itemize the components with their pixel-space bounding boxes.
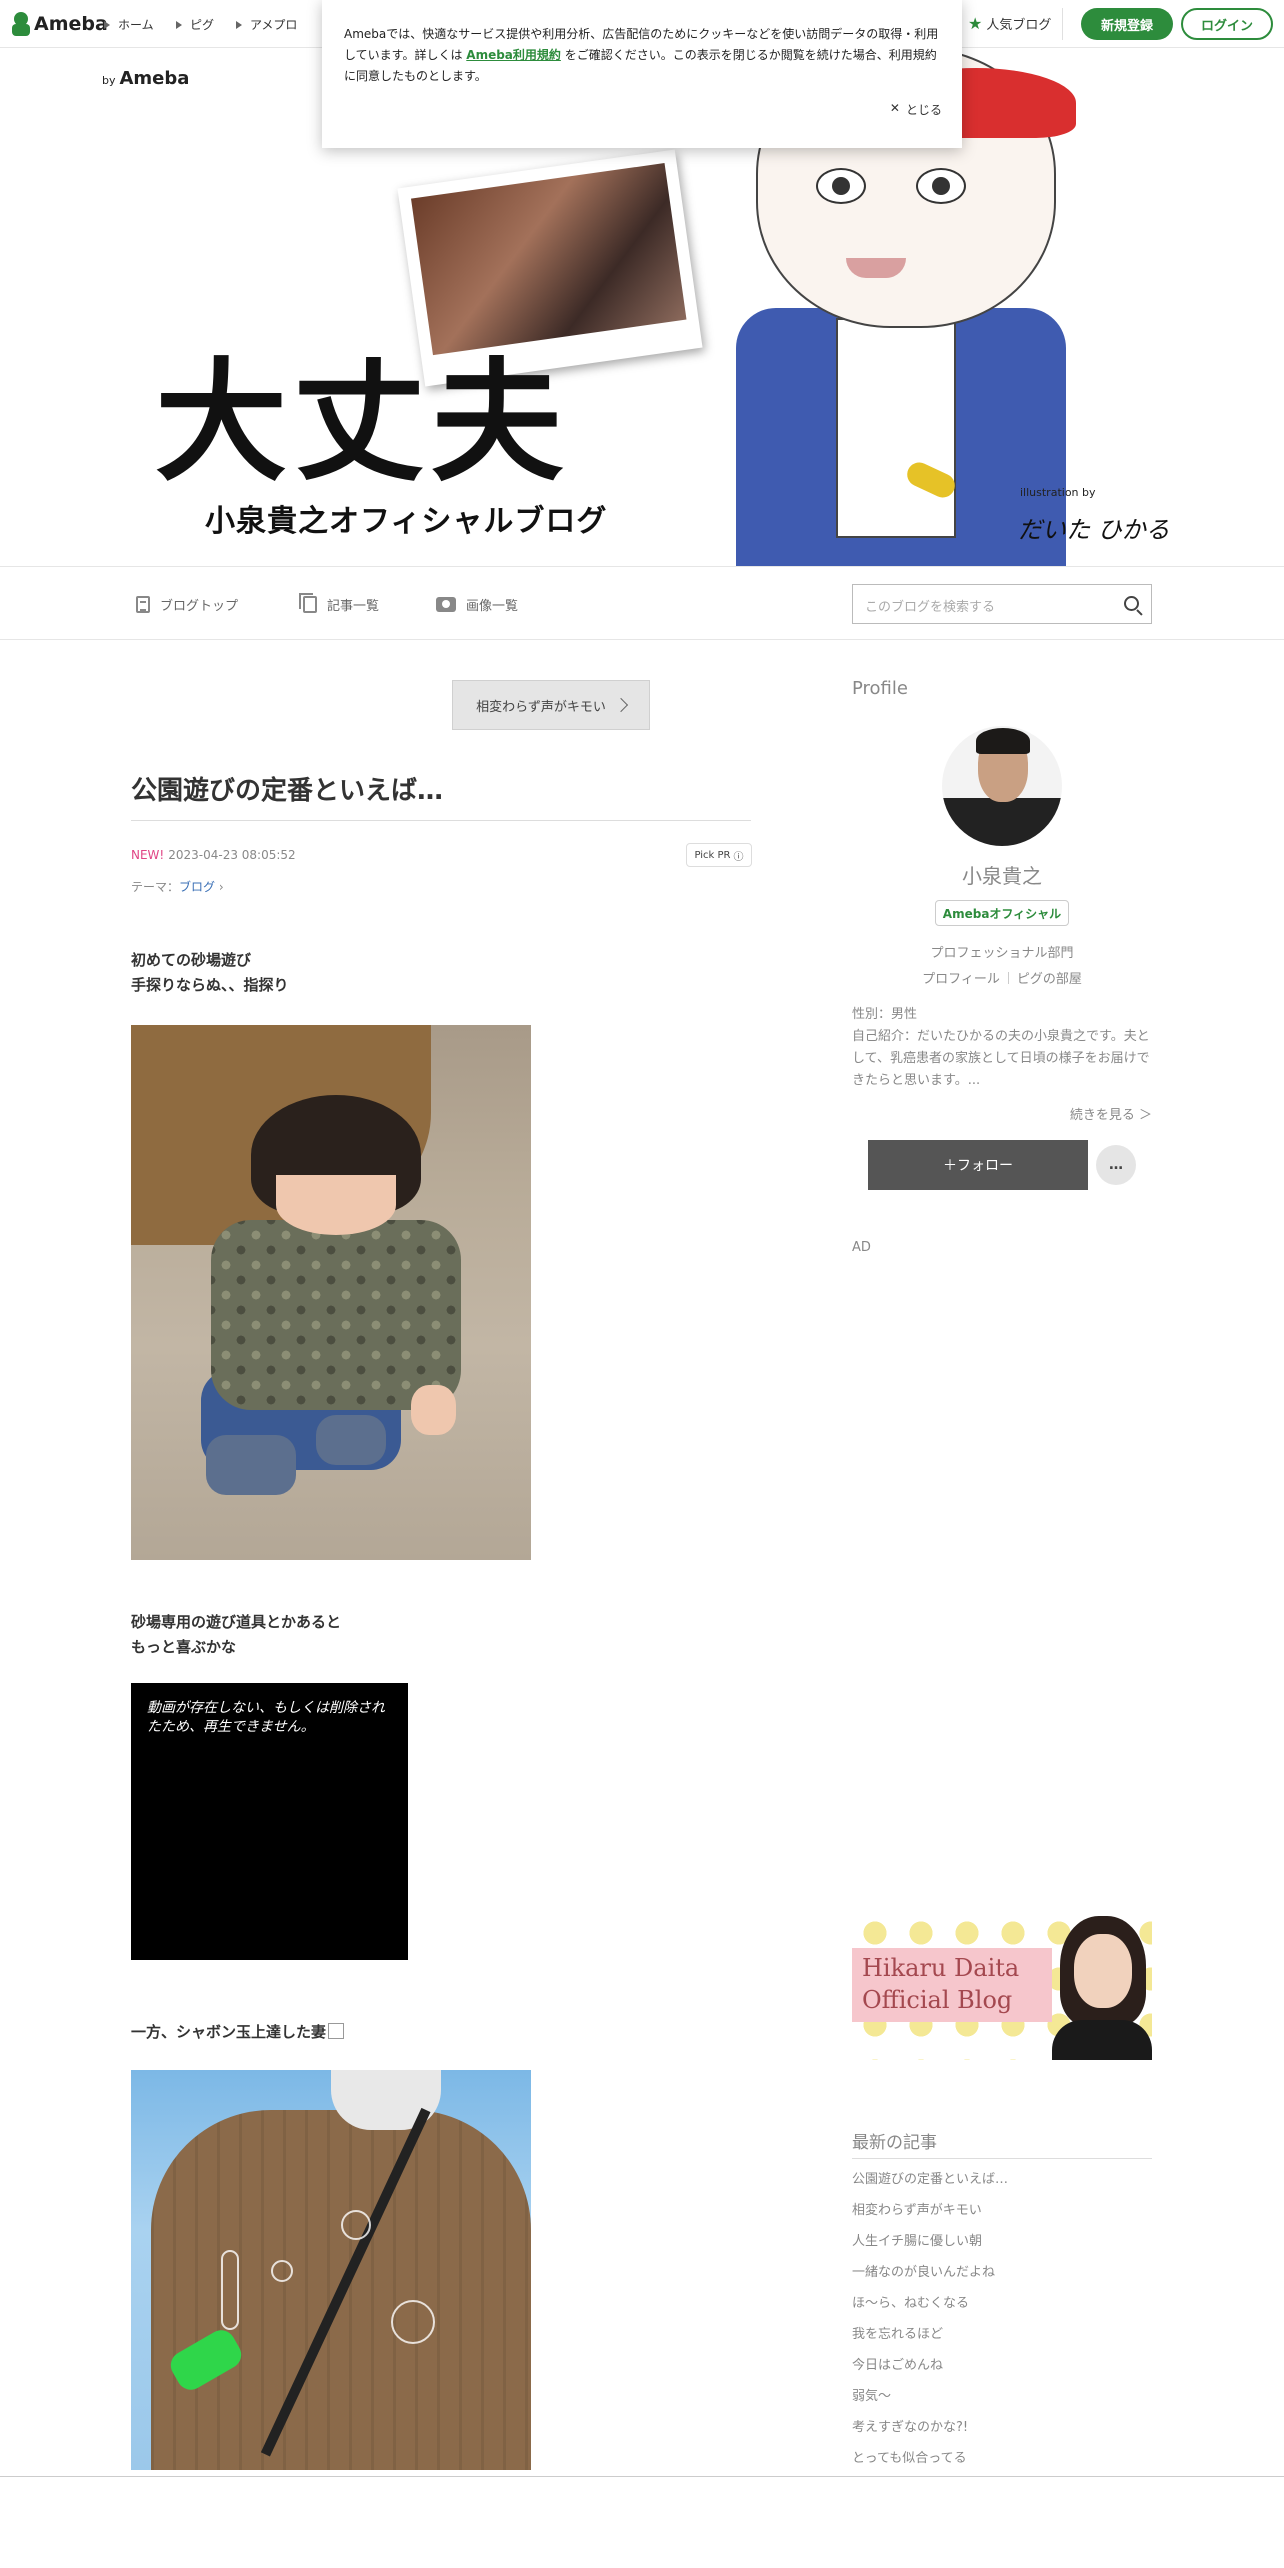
star-icon: ★ xyxy=(968,14,983,33)
recent-entry[interactable]: 考えすぎなのかな?! xyxy=(852,2418,1152,2449)
recent-entries-list: 公園遊びの定番といえば… 相変わらず声がキモい 人生イチ腸に優しい朝 一緒なのが… xyxy=(852,2170,1152,2480)
nav-amepro[interactable]: アメプロ xyxy=(236,16,297,33)
avatar[interactable] xyxy=(942,726,1062,846)
cookie-close-label: とじる xyxy=(905,103,942,117)
profile-link[interactable]: プロフィール xyxy=(922,972,1000,987)
nav-entry-list[interactable]: 記事一覧 xyxy=(299,593,380,614)
nav-pigg[interactable]: ピグ xyxy=(176,16,214,33)
blog-subtitle: 小泉貴之オフィシャルブログ xyxy=(205,504,608,539)
blog-search-input[interactable]: このブログを検索する xyxy=(852,584,1152,624)
follow-button[interactable]: ＋フォロー xyxy=(868,1140,1088,1190)
divider xyxy=(1062,8,1063,40)
more-options-button[interactable]: … xyxy=(1096,1145,1136,1185)
info-icon: ⓘ xyxy=(733,851,744,863)
title-divider xyxy=(131,820,751,821)
by-ameba-brand: Ameba xyxy=(119,68,190,89)
para2-line1: 砂場専用の遊び道具とかあると xyxy=(131,1613,342,1631)
profile-more-link[interactable]: 続きを見る ＞ xyxy=(852,1104,1152,1123)
video-player-unavailable[interactable]: 動画が存在しない、もしくは削除されたため、再生できません。 xyxy=(131,1683,408,1960)
ad-label: AD xyxy=(852,1240,871,1255)
signup-button[interactable]: 新規登録 xyxy=(1081,8,1173,40)
pigg-room-link[interactable]: ピグの部屋 xyxy=(1017,972,1082,987)
entry-photo-sandbox[interactable] xyxy=(131,1025,531,1560)
recent-entry[interactable]: 今日はごめんね xyxy=(852,2356,1152,2387)
profile-heading: Profile xyxy=(852,678,908,699)
profile-info: 性別：男性 自己紹介：だいたひかるの夫の小泉貴之です。夫として、乳癌患者の家族と… xyxy=(852,1004,1152,1092)
cookie-notice: Amebaでは、快適なサービス提供や利用分析、広告配信のためにクッキーなどを使い… xyxy=(322,0,962,148)
chevron-right-icon: › xyxy=(215,880,224,894)
ameba-logo-icon xyxy=(12,12,30,36)
entry-meta: NEW! 2023-04-23 08:05:52 xyxy=(131,848,296,862)
nav-blog-top[interactable]: ブログトップ xyxy=(136,595,238,614)
para1-line2: 手探りならぬ、、指探り xyxy=(131,976,289,994)
video-error-message: 動画が存在しない、もしくは削除されたため、再生できません。 xyxy=(147,1700,385,1735)
recent-entry[interactable]: 公園遊びの定番といえば… xyxy=(852,2170,1152,2201)
recent-entry[interactable]: 人生イチ腸に優しい朝 xyxy=(852,2232,1152,2263)
para2-line2: もっと喜ぶかな xyxy=(131,1638,237,1656)
entry-photo-bubbles[interactable] xyxy=(131,2070,531,2470)
recent-entry[interactable]: 一緒なのが良いんだよね xyxy=(852,2263,1152,2294)
blog-nav: ブログトップ 記事一覧 画像一覧 このブログを検索する xyxy=(0,566,1284,640)
hikaru-daita-blog-banner[interactable]: Hikaru Daita Official Blog xyxy=(852,1910,1152,2060)
pickpr-badge[interactable]: Pick PR ⓘ xyxy=(686,843,752,867)
recent-entry[interactable]: 我を忘れるほど xyxy=(852,2325,1152,2356)
recent-divider xyxy=(852,2158,1152,2159)
theme-label: テーマ： xyxy=(131,880,180,894)
entry-paragraph-3: 一方、シャボン玉上達した妻 xyxy=(131,2020,345,2045)
recent-entry[interactable]: ほ〜ら、ねむくなる xyxy=(852,2294,1152,2325)
blog-title: 大丈夫 xyxy=(155,346,569,500)
banner-title-line1: Hikaru Daita xyxy=(862,1954,1020,1982)
entry-paragraph-1: 初めての砂場遊び 手探りならぬ、、指探り xyxy=(131,948,289,998)
entry-date: 2023-04-23 08:05:52 xyxy=(168,848,296,862)
para3-text: 一方、シャボン玉上達した妻 xyxy=(131,2023,327,2041)
entry-title[interactable]: 公園遊びの定番といえば… xyxy=(131,770,443,807)
footer-divider xyxy=(0,2476,1284,2477)
profile-links: プロフィール ピグの部屋 xyxy=(852,968,1152,987)
profile-name[interactable]: 小泉貴之 xyxy=(852,860,1152,889)
entry-paragraph-2: 砂場専用の遊び道具とかあると もっと喜ぶかな xyxy=(131,1610,341,1660)
camera-icon xyxy=(436,597,456,612)
nav-blog-top-label: ブログトップ xyxy=(160,599,239,614)
prev-entry-link[interactable]: 相変わらず声がキモい xyxy=(452,680,650,730)
popular-blog-label: 人気ブログ xyxy=(986,18,1052,33)
broken-image-icon xyxy=(328,2023,345,2039)
by-ameba-logo: by Ameba xyxy=(102,68,189,89)
recent-entry[interactable]: 相変わらず声がキモい xyxy=(852,2201,1152,2232)
ameba-official-badge: Amebaオフィシャル xyxy=(935,900,1069,926)
theme-link[interactable]: ブログ xyxy=(179,880,215,894)
nav-image-list-label: 画像一覧 xyxy=(466,599,519,614)
ameba-logo-text: Ameba xyxy=(34,13,108,35)
nav-image-list[interactable]: 画像一覧 xyxy=(436,595,518,614)
cookie-close-button[interactable]: ✕ とじる xyxy=(890,101,942,118)
prev-entry-label: 相変わらず声がキモい xyxy=(476,699,606,715)
recent-entries-heading: 最新の記事 xyxy=(852,2133,937,2153)
copy-icon xyxy=(299,593,317,613)
profile-gender: 性別：男性 xyxy=(852,1007,918,1022)
banner-title-line2: Official Blog xyxy=(862,1986,1013,2014)
popular-blog-link[interactable]: ★ 人気ブログ xyxy=(968,14,1051,33)
pickpr-label: Pick PR xyxy=(694,849,731,861)
login-button[interactable]: ログイン xyxy=(1181,8,1273,40)
nav-entry-list-label: 記事一覧 xyxy=(327,599,380,614)
illustration-credit: illustration by xyxy=(1020,486,1096,499)
search-icon[interactable] xyxy=(1124,596,1139,611)
recent-entry[interactable]: 弱気〜 xyxy=(852,2387,1152,2418)
para1-line1: 初めての砂場遊び xyxy=(131,951,252,969)
close-icon: ✕ xyxy=(889,101,900,115)
profile-intro: 自己紹介：だいたひかるの夫の小泉貴之です。夫として、乳癌患者の家族として日頃の様… xyxy=(852,1029,1150,1088)
by-label: by xyxy=(102,74,116,87)
profile-category[interactable]: プロフェッショナル部門 xyxy=(852,942,1152,961)
illustrator-signature: だいた ひかる xyxy=(1018,516,1170,544)
document-icon xyxy=(136,596,150,613)
search-placeholder: このブログを検索する xyxy=(865,600,996,615)
chevron-right-icon xyxy=(613,697,628,713)
cookie-text: Amebaでは、快適なサービス提供や利用分析、広告配信のためにクッキーなどを使い… xyxy=(344,24,940,87)
ameba-logo[interactable]: Ameba xyxy=(12,12,108,36)
nav-home[interactable]: ホーム xyxy=(104,16,154,33)
entry-theme: テーマ：ブログ › xyxy=(131,878,224,895)
new-badge: NEW! xyxy=(131,848,165,862)
terms-link[interactable]: Ameba利用規約 xyxy=(466,48,561,62)
